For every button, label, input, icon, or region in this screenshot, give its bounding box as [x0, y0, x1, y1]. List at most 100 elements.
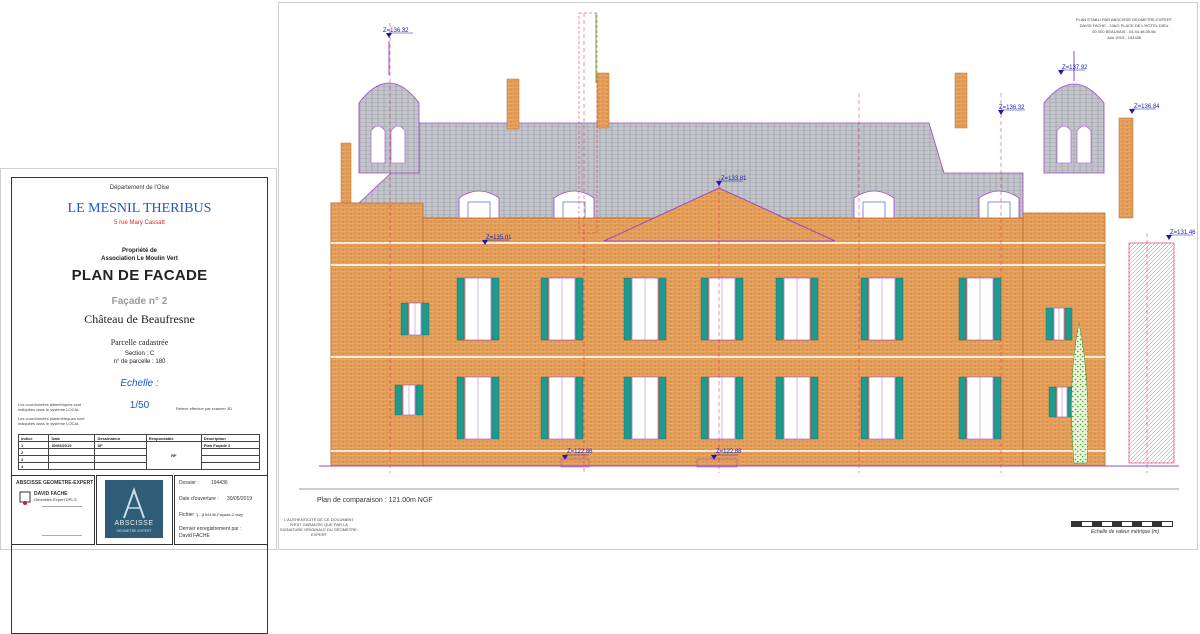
col-drafter: Dessinateur — [94, 434, 147, 442]
elevation-label: Z=122.88 — [716, 449, 742, 455]
owner-line-1: Propriété de — [121, 248, 157, 254]
window-shutter — [540, 376, 549, 440]
window-shutter — [540, 277, 549, 341]
firm-contact-lines — [42, 506, 82, 536]
elevation-label: Z=135.01 — [486, 235, 512, 241]
window-shutter — [895, 376, 904, 440]
left-tower-dome — [358, 82, 420, 174]
elevation-label: Z=131.46 — [1170, 230, 1196, 236]
col-description: Description — [200, 434, 261, 442]
window-shutter — [415, 384, 424, 416]
title-block-sheet: Département de l'Oise LE MESNIL THERIBUS… — [0, 168, 277, 634]
window-shutter — [1045, 307, 1054, 341]
window-shutter — [700, 277, 709, 341]
tower-window — [370, 125, 386, 164]
parcel-heading: Parcelle cadastrée — [110, 338, 169, 347]
file-value: [...]194436-Façade-2.dwg — [197, 512, 243, 517]
window-shutter — [810, 277, 819, 341]
coords-note-plani: Les coordonnées planimétriques sont indi… — [18, 416, 85, 426]
metric-scale-label: Echelle de valeur métrique (m) — [1091, 529, 1160, 535]
window-shutter — [958, 376, 967, 440]
chimney — [340, 142, 352, 204]
window-shutter — [491, 376, 500, 440]
col-responsible: Responsable — [145, 434, 202, 442]
tower-window — [390, 125, 406, 164]
record-value: David FACHE — [179, 533, 210, 539]
parcel-section: Section : C — [124, 351, 155, 357]
cell: Plan Façade 2 — [200, 441, 261, 449]
cell — [200, 448, 261, 456]
cell: 2 — [17, 448, 50, 456]
abscisse-logo: ABSCISSE GEOMETRE-EXPERT — [105, 480, 163, 538]
logo-text: ABSCISSE — [114, 520, 154, 527]
firm-subtitle: Géomètre-Expert DPLG — [34, 497, 77, 502]
record-label: Dernier enregistrement par : — [179, 526, 242, 532]
chimney — [596, 72, 610, 129]
cell: 1 — [17, 441, 50, 449]
logo-subtext: GEOMETRE-EXPERT — [116, 529, 152, 533]
logo-mark-icon — [123, 487, 145, 519]
window-shutter — [993, 277, 1002, 341]
spiral-stair-section — [1128, 242, 1175, 464]
window-shutter — [421, 302, 430, 336]
window-shutter — [400, 302, 409, 336]
cell — [48, 455, 96, 463]
cell — [200, 462, 261, 470]
cell — [94, 448, 147, 456]
cell: 30/05/2019 — [48, 441, 96, 449]
firm-block: ABSCISSE GEOMETRE-EXPERT DAVID FACHE Géo… — [11, 475, 95, 545]
building-name: Château de Beaufresne — [84, 312, 195, 326]
window-shutter — [993, 376, 1002, 440]
address-label: 5 rue Mary Cassatt — [114, 220, 165, 226]
window-shutter — [810, 376, 819, 440]
window-shutter — [860, 277, 869, 341]
coords-note-alti: Les coordonnées altimétriques sont indiq… — [18, 402, 82, 412]
elevation-label: Z=136.84 — [1134, 104, 1160, 110]
owner-line-2: Association Le Moulin Vert — [101, 256, 178, 262]
cartouche-frame: Département de l'Oise LE MESNIL THERIBUS… — [11, 177, 268, 634]
window-shutter — [575, 376, 584, 440]
table-row: 3 — [17, 455, 261, 463]
plan-title: PLAN DE FACADE — [71, 267, 208, 284]
survey-note: Relevé effectué par scanner 3D — [176, 406, 233, 411]
window-shutter — [491, 277, 500, 341]
col-date: Date — [48, 434, 96, 442]
tower-window — [1056, 125, 1072, 164]
window-shutter — [700, 376, 709, 440]
elevation-label: Z=136.32 — [999, 105, 1025, 111]
elevation-label: Z=133.81 — [721, 176, 747, 182]
facade-number: Façade n° 2 — [111, 296, 168, 307]
table-row: 1 30/05/2019 SF RF Plan Façade 2 — [17, 441, 261, 470]
window-shutter — [735, 376, 744, 440]
facade-drawing-sheet: PLAN ETABLI PAR ABSCISSE GEOMETRE-EXPERT… — [278, 2, 1198, 550]
cell — [200, 455, 261, 463]
comparison-plane: Plan de comparaison : 121.00m NGF — [317, 497, 433, 504]
window-shutter — [658, 277, 667, 341]
chimney — [506, 78, 520, 130]
opening-date-value: 30/05/2019 — [227, 496, 253, 502]
window-shutter — [775, 277, 784, 341]
chimney — [954, 72, 968, 129]
scale-label: Echelle : — [120, 378, 159, 389]
window-shutter — [456, 376, 465, 440]
tower-window — [1076, 125, 1092, 164]
firm-title: ABSCISSE GEOMETRE-EXPERT — [16, 480, 94, 486]
window-shutter — [575, 277, 584, 341]
chateau-facade-elevation — [299, 12, 1193, 490]
logo-block: ABSCISSE GEOMETRE-EXPERT — [96, 475, 173, 545]
table-row: 2 — [17, 448, 261, 456]
chimney — [1118, 117, 1134, 219]
window-shutter — [1048, 386, 1057, 418]
window-shutter — [456, 277, 465, 341]
dossier-label: Dossier : — [179, 480, 199, 486]
elevation-label: Z=137.92 — [1062, 65, 1088, 71]
cell — [94, 462, 147, 470]
file-label: Fichier : — [179, 512, 197, 518]
parcel-number: n° de parcelle : 180 — [113, 359, 166, 365]
facade-wall — [330, 217, 1024, 467]
window-shutter — [958, 277, 967, 341]
cell — [48, 448, 96, 456]
dossier-block: Dossier : 194436 Date d'ouverture : 30/0… — [174, 475, 268, 545]
col-indice: Indice — [17, 434, 50, 442]
town-title: LE MESNIL THERIBUS — [67, 201, 212, 216]
